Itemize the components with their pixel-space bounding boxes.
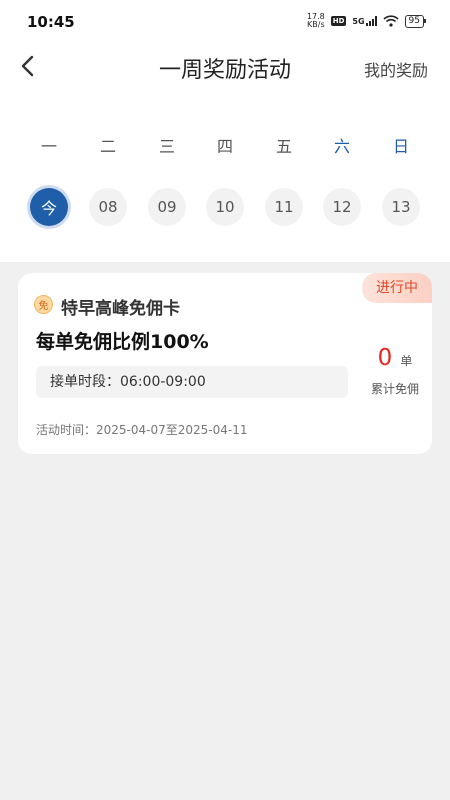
weekday-label: 三 xyxy=(158,137,175,156)
free-count-value: 0 xyxy=(377,345,393,371)
order-hours: 接单时段：06:00-09:00 xyxy=(36,366,348,398)
top-panel: 10:45 17.8 KB/s HD 5G 95 一周奖励活动 我的奖励 一 二… xyxy=(0,0,450,262)
hd-icon: HD xyxy=(330,16,347,26)
date-item[interactable]: 11 xyxy=(265,188,303,226)
status-bar: 10:45 17.8 KB/s HD 5G 95 xyxy=(0,0,450,44)
weekday-label: 六 xyxy=(333,137,350,156)
wifi-icon xyxy=(382,15,399,27)
network-speed: 17.8 KB/s xyxy=(306,12,325,29)
date-item[interactable]: 08 xyxy=(89,188,127,226)
free-count: 0单 xyxy=(358,345,432,371)
battery-icon: 95 xyxy=(404,14,427,28)
free-count-label: 累计免佣 xyxy=(370,382,419,396)
free-commission-icon: 免 xyxy=(34,295,53,314)
status-icons: 17.8 KB/s HD 5G 95 xyxy=(306,12,427,29)
header: 一周奖励活动 我的奖励 xyxy=(0,44,450,92)
weekday-label: 二 xyxy=(99,137,116,156)
date-item[interactable]: 13 xyxy=(382,188,420,226)
status-badge: 进行中 xyxy=(362,273,432,303)
date-item[interactable]: 10 xyxy=(206,188,244,226)
status-time: 10:45 xyxy=(27,13,75,31)
reward-card[interactable]: 进行中 免 特早高峰免佣卡 每单免佣比例100% 接单时段：06:00-09:0… xyxy=(18,273,432,454)
card-title: 特早高峰免佣卡 xyxy=(61,299,180,319)
free-count-unit: 单 xyxy=(400,354,413,368)
weekday-label: 五 xyxy=(275,137,292,156)
date-item[interactable]: 09 xyxy=(148,188,186,226)
weekday-label: 日 xyxy=(392,137,409,156)
date-item[interactable]: 12 xyxy=(323,188,361,226)
weekday-label: 一 xyxy=(40,137,57,156)
card-headline: 每单免佣比例100% xyxy=(36,331,209,353)
date-today[interactable]: 今 xyxy=(30,188,68,226)
signal-icon: 5G xyxy=(352,16,377,26)
weekday-label: 四 xyxy=(216,137,233,156)
activity-period: 活动时间：2025-04-07至2025-04-11 xyxy=(36,423,248,437)
my-rewards-link[interactable]: 我的奖励 xyxy=(364,57,428,81)
